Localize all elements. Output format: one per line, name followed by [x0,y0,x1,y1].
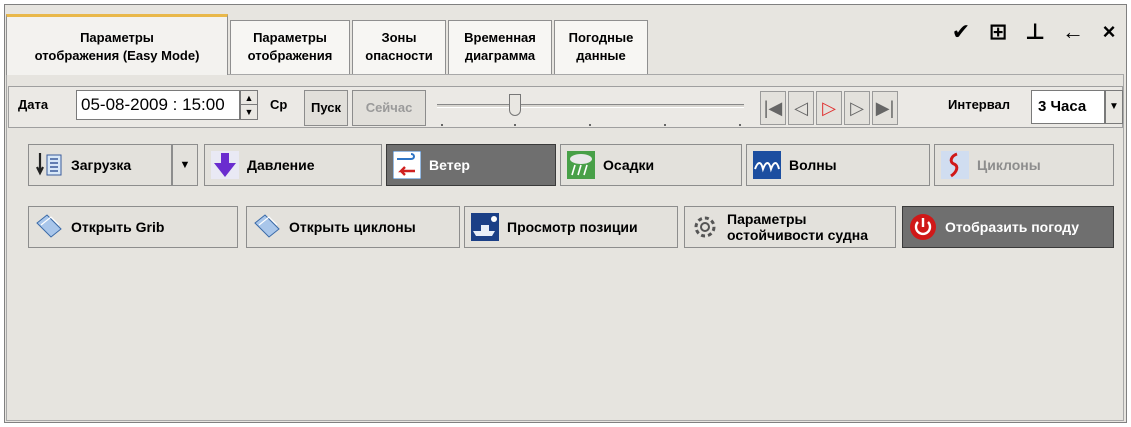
interval-label: Интервал [948,97,1011,112]
pin-icon[interactable]: ✔ [951,21,971,43]
view-position-label: Просмотр позиции [507,219,638,235]
power-icon [910,214,936,240]
ship-stability-label-line1: Параметры [727,211,807,227]
slider-tick [589,124,591,126]
cyclone-icon [941,151,969,179]
tab-label-line1: Параметры [253,30,327,45]
waves-label: Волны [789,157,837,173]
wind-button[interactable]: Ветер [386,144,556,186]
waves-button[interactable]: Волны [746,144,930,186]
step-back-icon[interactable]: ◁ [788,91,814,125]
load-button[interactable]: Загрузка [28,144,172,186]
pressure-label: Давление [247,157,315,173]
view-position-button[interactable]: Просмотр позиции [464,206,678,248]
day-of-week: Ср [270,97,288,112]
ship-position-icon [471,213,499,241]
ship-stability-label-line2: остойчивости судна [727,227,868,243]
slider-tick [514,124,516,126]
date-label: Дата [18,97,49,112]
cyclones-label: Циклоны [977,157,1041,173]
precipitation-icon [567,151,595,179]
start-button[interactable]: Пуск [304,90,348,126]
time-slider-track[interactable] [437,104,744,108]
date-input[interactable]: 05-08-2009 : 15:00 [76,90,240,120]
interval-select[interactable]: 3 Часа [1031,90,1105,124]
open-grib-button[interactable]: Открыть Grib [28,206,238,248]
tab-label-line2: отображения (Easy Mode) [34,48,200,63]
step-forward-icon[interactable]: ▷ [844,91,870,125]
chevron-down-icon: ▼ [179,159,191,171]
tab-label-line1: Временная [464,30,536,45]
window-controls: ✔ ⊞ ⊥ ← × [951,21,1119,43]
tab-label-line1: Погодные [568,30,634,45]
slider-tick [441,124,443,126]
ship-stability-label: Параметры остойчивости судна [727,211,868,243]
cyclones-button[interactable]: Циклоны [934,144,1114,186]
gear-icon [694,216,716,238]
folder-icon [36,214,62,238]
restore-icon[interactable]: ⊞ [988,21,1008,43]
ship-stability-button[interactable]: Параметры остойчивости судна [684,206,896,248]
folder-icon [254,214,280,238]
now-button[interactable]: Сейчас [352,90,426,126]
precipitation-label: Осадки [603,157,655,173]
spin-up-icon[interactable]: ▲ [241,91,257,105]
tab-label-line1: Параметры [80,30,154,45]
load-calendar-icon [36,153,62,176]
precipitation-button[interactable]: Осадки [560,144,742,186]
back-arrow-icon[interactable]: ← [1062,21,1084,43]
tab-label-line2: отображения [247,48,333,63]
slider-tick [664,124,666,126]
tab-label-line2: диаграмма [464,48,536,63]
slider-tick [739,124,741,126]
spin-down-icon[interactable]: ▼ [241,105,257,119]
tab-label-line1: Зоны [381,30,417,45]
wind-icon [393,151,421,179]
load-label: Загрузка [71,157,132,173]
open-grib-label: Открыть Grib [71,219,165,235]
time-slider-thumb[interactable] [509,94,521,116]
open-cyclones-label: Открыть циклоны [289,219,416,235]
tab-weather-data[interactable]: Погодные данные [554,20,648,74]
chevron-down-icon[interactable]: ▼ [1105,90,1123,124]
close-icon[interactable]: × [1099,21,1119,43]
show-weather-label: Отобразить погоду [945,219,1080,235]
tab-display-settings-easy[interactable]: Параметры отображения (Easy Mode) [6,14,228,75]
pressure-button[interactable]: Давление [204,144,382,186]
dock-icon[interactable]: ⊥ [1025,21,1045,43]
pressure-arrow-icon [211,151,239,179]
load-dropdown-button[interactable]: ▼ [172,144,198,186]
play-icon[interactable]: ▷ [816,91,842,125]
open-cyclones-button[interactable]: Открыть циклоны [246,206,460,248]
first-frame-icon[interactable]: |◀ [760,91,786,125]
tab-display-settings[interactable]: Параметры отображения [230,20,350,74]
tab-label-line2: данные [576,48,626,63]
last-frame-icon[interactable]: ▶| [872,91,898,125]
tab-label-line2: опасности [365,48,433,63]
tab-time-diagram[interactable]: Временная диаграмма [448,20,552,74]
wind-label: Ветер [429,157,470,173]
waves-icon [753,151,781,179]
tab-danger-zones[interactable]: Зоны опасности [352,20,446,74]
date-spinner[interactable]: ▲ ▼ [240,90,258,120]
show-weather-button[interactable]: Отобразить погоду [902,206,1114,248]
